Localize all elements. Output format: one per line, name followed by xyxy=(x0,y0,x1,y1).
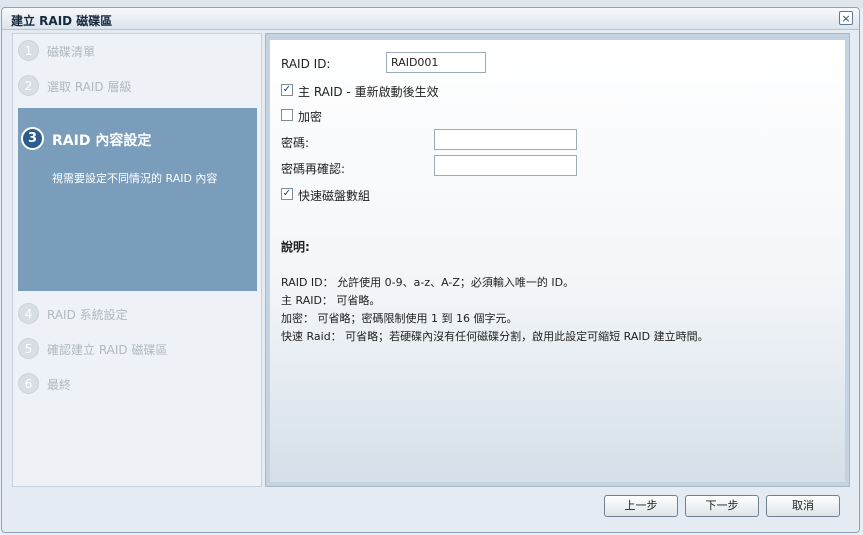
master-raid-label: 主 RAID - 重新啟動後生效 xyxy=(298,85,439,99)
next-button[interactable]: 下一步 xyxy=(685,495,759,517)
note-encrypt: 加密： 可省略；密碼限制使用 1 到 16 個字元。 xyxy=(281,312,518,325)
form-area: RAID ID: ✓ 主 RAID - 重新啟動後生效 加密 密碼: 密碼再確認… xyxy=(270,40,845,482)
cancel-button[interactable]: 取消 xyxy=(766,495,840,517)
step-number-6: 6 xyxy=(18,373,39,394)
step-label: 選取 RAID 層級 xyxy=(47,80,132,94)
password-input[interactable] xyxy=(434,129,577,150)
confirm-password-input[interactable] xyxy=(434,155,577,176)
encrypt-checkbox[interactable] xyxy=(281,109,293,121)
step-label: RAID 內容設定 xyxy=(52,133,152,149)
note-master-raid: 主 RAID： 可省略。 xyxy=(281,294,381,307)
step-description: 視需要設定不同情況的 RAID 內容 xyxy=(52,172,218,185)
step-number-3: 3 xyxy=(21,127,44,150)
step-select-raid-level: 2 選取 RAID 層級 xyxy=(13,70,261,100)
confirm-password-label: 密碼再確認: xyxy=(281,162,346,176)
step-label: 確認建立 RAID 磁碟區 xyxy=(47,343,168,357)
step-raid-properties-active: 3 RAID 內容設定 視需要設定不同情況的 RAID 內容 xyxy=(18,108,257,291)
step-label: RAID 系統設定 xyxy=(47,308,128,322)
raid-id-label: RAID ID: xyxy=(281,57,331,71)
dialog-title: 建立 RAID 磁碟區 xyxy=(11,14,113,28)
step-label: 最終 xyxy=(47,378,72,392)
master-raid-checkbox[interactable]: ✓ xyxy=(281,84,293,96)
step-final: 6 最終 xyxy=(13,368,261,398)
step-number-5: 5 xyxy=(18,338,39,359)
step-raid-system-settings: 4 RAID 系統設定 xyxy=(13,298,261,328)
step-disk-list: 1 磁碟清單 xyxy=(13,35,261,65)
dialog-titlebar: 建立 RAID 磁碟區 × xyxy=(2,8,859,30)
close-icon[interactable]: × xyxy=(839,11,853,25)
quick-raid-checkbox[interactable]: ✓ xyxy=(281,188,293,200)
quick-raid-label: 快速磁盤數組 xyxy=(298,189,371,203)
create-raid-dialog: 建立 RAID 磁碟區 × 1 磁碟清單 2 選取 RAID 層級 3 RAID… xyxy=(1,7,860,533)
encrypt-label: 加密 xyxy=(298,110,323,124)
raid-properties-panel: RAID ID: ✓ 主 RAID - 重新啟動後生效 加密 密碼: 密碼再確認… xyxy=(265,33,850,487)
note-raid-id: RAID ID： 允許使用 0-9、a-z、A-Z；必須輸入唯一的 ID。 xyxy=(281,276,575,289)
raid-id-input[interactable] xyxy=(386,52,486,73)
step-number-1: 1 xyxy=(18,40,39,61)
wizard-steps-panel: 1 磁碟清單 2 選取 RAID 層級 3 RAID 內容設定 視需要設定不同情… xyxy=(12,33,262,487)
previous-button[interactable]: 上一步 xyxy=(604,495,678,517)
note-quick-raid: 快速 Raid： 可省略；若硬碟內沒有任何磁碟分割，啟用此設定可縮短 RAID … xyxy=(281,330,709,343)
step-number-4: 4 xyxy=(18,303,39,324)
password-label: 密碼: xyxy=(281,136,310,150)
step-number-2: 2 xyxy=(18,75,39,96)
notes-title: 說明: xyxy=(281,240,310,254)
step-confirm-create: 5 確認建立 RAID 磁碟區 xyxy=(13,333,261,363)
step-label: 磁碟清單 xyxy=(47,45,96,59)
